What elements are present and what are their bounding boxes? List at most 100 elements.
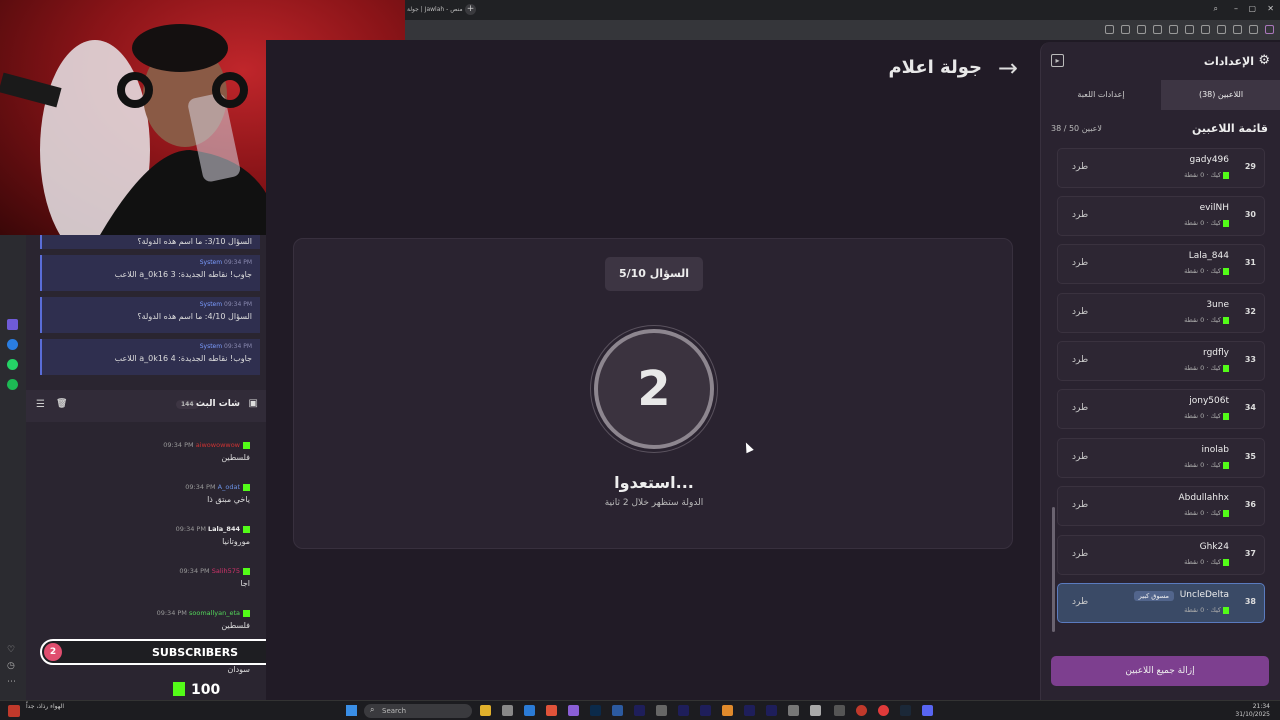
- chat-username[interactable]: Salih575: [212, 567, 240, 575]
- remove-all-players-button[interactable]: إزالة جميع اللاعبين: [1051, 656, 1269, 686]
- app-icon[interactable]: [834, 705, 845, 716]
- whatsapp-icon[interactable]: [7, 359, 18, 370]
- message-text: السؤال 3/10: ما اسم هذه الدولة؟: [137, 237, 252, 246]
- opera-gx-icon[interactable]: [878, 705, 889, 716]
- tab-game-settings[interactable]: إعدادات اللعبة: [1041, 80, 1161, 110]
- media-encoder-icon[interactable]: [700, 705, 711, 716]
- player-meta: كيك · 0 نقطة: [1184, 558, 1229, 566]
- steam-icon[interactable]: [900, 705, 911, 716]
- new-tab-button[interactable]: +: [465, 4, 476, 15]
- kick-button[interactable]: طرد: [1072, 307, 1088, 317]
- after-effects-icon[interactable]: [678, 705, 689, 716]
- messenger-icon[interactable]: [7, 339, 18, 350]
- settings-panel: ▸ الإعدادات ⚙ إعدادات اللعبة اللاعبين (3…: [1040, 42, 1280, 700]
- player-name: Lala_844: [1188, 251, 1229, 261]
- premiere-icon[interactable]: [744, 705, 755, 716]
- kick-button[interactable]: طرد: [1072, 549, 1088, 559]
- player-name: 3une: [1206, 300, 1229, 310]
- message-meta: System 09:34 PM: [50, 259, 252, 266]
- list-icon[interactable]: ☰: [36, 399, 45, 410]
- discord-icon[interactable]: [922, 705, 933, 716]
- vscode-icon[interactable]: [524, 705, 535, 716]
- weather-icon[interactable]: [8, 705, 20, 717]
- app-icon[interactable]: [810, 705, 821, 716]
- spotify-icon[interactable]: [7, 379, 18, 390]
- player-row: 30 evilNH كيك · 0 نقطة طرد: [1057, 196, 1265, 236]
- kick-button[interactable]: طرد: [1072, 403, 1088, 413]
- player-row: 34 jony506t كيك · 0 نقطة طرد: [1057, 389, 1265, 429]
- chat-username[interactable]: A_odat: [218, 483, 240, 491]
- bookmark-icon[interactable]: [1249, 25, 1258, 34]
- audition-icon[interactable]: [634, 705, 645, 716]
- player-number: 33: [1244, 355, 1256, 364]
- brave-icon[interactable]: [546, 705, 557, 716]
- message-text: سودان: [227, 665, 251, 674]
- history-icon[interactable]: ◷: [7, 661, 15, 671]
- chat-username[interactable]: aiwowowwow: [196, 441, 240, 449]
- browser-tab[interactable]: جولة | Jawlah - منص: [405, 2, 463, 18]
- heart-icon[interactable]: ♡: [7, 645, 15, 655]
- ready-heading: استعدوا...: [614, 473, 694, 492]
- player-row: 32 3une كيك · 0 نقطة طرد: [1057, 293, 1265, 333]
- app-icon[interactable]: [7, 319, 18, 330]
- extension-icon[interactable]: [1137, 25, 1146, 34]
- player-meta: كيك · 0 نقطة: [1184, 606, 1229, 614]
- menu-icon[interactable]: [1233, 25, 1242, 34]
- player-meta: كيك · 0 نقطة: [1184, 219, 1229, 227]
- search-icon[interactable]: ⌕: [1214, 4, 1218, 14]
- kick-icon: [1223, 412, 1229, 420]
- play-icon[interactable]: [1185, 25, 1194, 34]
- extension-icon[interactable]: [1265, 25, 1274, 34]
- close-icon[interactable]: ✕: [1267, 4, 1274, 13]
- trash-icon[interactable]: 🗑: [56, 399, 67, 409]
- visual-studio-icon[interactable]: [568, 705, 579, 716]
- player-row: 36 Abdullahhx كيك · 0 نقطة طرد: [1057, 486, 1265, 526]
- app-icon[interactable]: [502, 705, 513, 716]
- chat-username[interactable]: soomallyan_eta: [189, 609, 240, 617]
- kick-icon: [243, 609, 250, 617]
- taskbar-search[interactable]: Search: [364, 704, 472, 718]
- minimize-icon[interactable]: –: [1234, 4, 1238, 13]
- chat-username[interactable]: Lala_844: [208, 525, 240, 533]
- chat-panel: السؤال 3/10: ما اسم هذه الدولة؟ System 0…: [26, 235, 266, 700]
- windows-start-icon[interactable]: [346, 705, 357, 716]
- browser-toolbar: [405, 20, 1280, 40]
- audition-icon[interactable]: [766, 705, 777, 716]
- app-icon[interactable]: [856, 705, 867, 716]
- kick-icon: [243, 441, 250, 449]
- kick-button[interactable]: طرد: [1072, 500, 1088, 510]
- system-message: System 09:34 PM اللاعب a_0k16 جاوب! نقاط…: [40, 255, 260, 291]
- file-explorer-icon[interactable]: [480, 705, 491, 716]
- more-icon[interactable]: ⋯: [7, 677, 16, 687]
- kick-button[interactable]: طرد: [1072, 597, 1088, 607]
- settings-title: الإعدادات: [1203, 55, 1254, 68]
- chat-icon: ▣: [248, 398, 258, 409]
- photoshop-icon[interactable]: [590, 705, 601, 716]
- back-arrow-icon[interactable]: →: [998, 54, 1018, 82]
- system-clock[interactable]: 21:34 31/10/2025: [1235, 703, 1270, 719]
- kick-button[interactable]: طرد: [1072, 258, 1088, 268]
- zoom-icon[interactable]: [1105, 25, 1114, 34]
- kick-button[interactable]: طرد: [1072, 210, 1088, 220]
- extension-icon[interactable]: [1153, 25, 1162, 34]
- message-meta: 09:34 PM A_odat: [26, 483, 250, 491]
- tab-players[interactable]: اللاعبين (38): [1161, 80, 1280, 110]
- maximize-icon[interactable]: ▢: [1248, 4, 1256, 13]
- kick-button[interactable]: طرد: [1072, 162, 1088, 172]
- app-icon[interactable]: [788, 705, 799, 716]
- player-list-scrollbar[interactable]: [1052, 507, 1055, 632]
- collapse-panel-icon[interactable]: ▸: [1051, 54, 1064, 67]
- download-icon[interactable]: [1217, 25, 1226, 34]
- kick-icon: [243, 483, 250, 491]
- reader-icon[interactable]: [1121, 25, 1130, 34]
- kick-button[interactable]: طرد: [1072, 452, 1088, 462]
- app-icon[interactable]: [656, 705, 667, 716]
- sender-name: System: [199, 343, 223, 350]
- game-area: جولة اعلام → السؤال 5/10 2 استعدوا... ال…: [266, 40, 1040, 700]
- kick-button[interactable]: طرد: [1072, 355, 1088, 365]
- extension-icon[interactable]: [1169, 25, 1178, 34]
- player-meta-text: كيك · 0 نقطة: [1184, 267, 1221, 275]
- app-icon[interactable]: [612, 705, 623, 716]
- sidebar-icon[interactable]: [1201, 25, 1210, 34]
- blender-icon[interactable]: [722, 705, 733, 716]
